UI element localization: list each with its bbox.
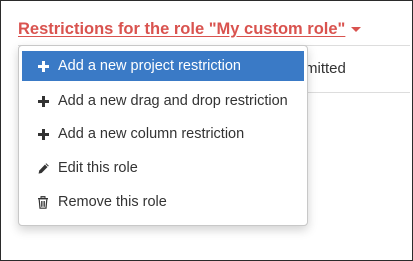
plus-icon — [36, 94, 50, 108]
plus-icon — [36, 127, 50, 141]
menu-item-label: Add a new drag and drop restriction — [58, 93, 288, 109]
dropdown-menu: Add a new project restriction Add a new … — [18, 45, 308, 226]
background-cell-text: mitted — [305, 60, 346, 77]
menu-item-edit-role[interactable]: Edit this role — [22, 153, 304, 183]
menu-item-remove-role[interactable]: Remove this role — [22, 187, 304, 217]
role-title[interactable]: Restrictions for the role "My custom rol… — [18, 20, 345, 39]
pencil-icon — [36, 161, 50, 175]
plus-icon — [36, 59, 50, 73]
trash-icon — [36, 195, 50, 209]
menu-item-add-drag-drop-restriction[interactable]: Add a new drag and drop restriction — [22, 86, 304, 116]
menu-item-label: Add a new column restriction — [58, 126, 245, 142]
window-frame: Restrictions for the role "My custom rol… — [0, 0, 413, 261]
menu-item-label: Add a new project restriction — [58, 58, 241, 74]
menu-item-label: Remove this role — [58, 194, 167, 210]
menu-item-add-project-restriction[interactable]: Add a new project restriction — [22, 51, 304, 81]
menu-item-add-column-restriction[interactable]: Add a new column restriction — [22, 119, 304, 149]
role-restrictions-dropdown-toggle[interactable]: Restrictions for the role "My custom rol… — [18, 20, 362, 39]
caret-down-icon[interactable] — [351, 27, 362, 32]
menu-item-label: Edit this role — [58, 160, 138, 176]
